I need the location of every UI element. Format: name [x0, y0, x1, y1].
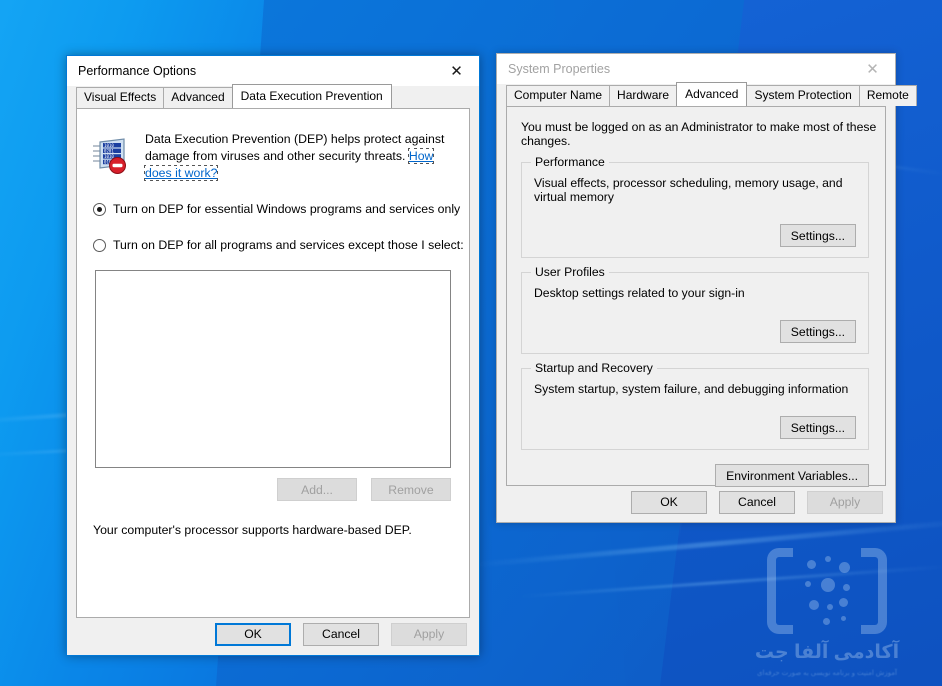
performance-group-legend: Performance: [531, 155, 609, 169]
dep-add-button: Add...: [277, 478, 357, 501]
performance-options-cancel-button[interactable]: Cancel: [303, 622, 379, 646]
dep-description: Data Execution Prevention (DEP) helps pr…: [135, 131, 445, 182]
tab-hardware[interactable]: Hardware: [609, 85, 678, 106]
startup-recovery-group-legend: Startup and Recovery: [531, 361, 657, 375]
radio-icon[interactable]: [93, 239, 106, 252]
user-profiles-settings-button[interactable]: Settings...: [779, 320, 856, 343]
tab-data-execution-prevention[interactable]: Data Execution Prevention: [231, 84, 392, 108]
dep-option-essential-only[interactable]: Turn on DEP for essential Windows progra…: [77, 202, 469, 216]
tab-visual-effects[interactable]: Visual Effects: [76, 87, 165, 108]
dep-option-essential-only-label: Turn on DEP for essential Windows progra…: [113, 202, 461, 216]
tab-system-protection[interactable]: System Protection: [746, 85, 860, 106]
user-profiles-group-description: Desktop settings related to your sign-in: [534, 286, 745, 300]
svg-text:0201: 0201: [104, 149, 114, 154]
close-icon[interactable]: ✕: [434, 57, 479, 86]
environment-variables-row: Environment Variables...: [507, 464, 869, 487]
system-properties-tabpage: You must be logged on as an Administrato…: [506, 106, 886, 487]
dep-list-buttons: Add... Remove: [77, 478, 451, 501]
performance-options-apply-button: Apply: [391, 622, 467, 646]
dep-remove-button: Remove: [371, 478, 451, 501]
environment-variables-button[interactable]: Environment Variables...: [715, 464, 869, 487]
dep-option-all-except-label: Turn on DEP for all programs and service…: [113, 238, 464, 252]
startup-recovery-group: Startup and Recovery System startup, sys…: [521, 361, 869, 450]
system-properties-footer: OK Cancel Apply: [497, 482, 895, 522]
administrator-note: You must be logged on as an Administrato…: [521, 120, 877, 148]
system-properties-ok-button[interactable]: OK: [631, 490, 707, 514]
performance-options-titlebar[interactable]: Performance Options ✕: [67, 56, 479, 86]
system-properties-cancel-button[interactable]: Cancel: [719, 490, 795, 514]
performance-options-window[interactable]: Performance Options ✕ Visual Effects Adv…: [66, 55, 480, 656]
tab-advanced[interactable]: Advanced: [676, 82, 748, 106]
tab-remote[interactable]: Remote: [858, 85, 917, 106]
system-properties-title: System Properties: [508, 62, 611, 76]
startup-recovery-group-description: System startup, system failure, and debu…: [534, 382, 849, 396]
dep-binary-document-blocked-icon: 1010 0201 1010 010: [91, 131, 135, 182]
system-properties-apply-button: Apply: [807, 490, 883, 514]
svg-text:1010: 1010: [104, 143, 114, 148]
performance-options-title: Performance Options: [78, 64, 197, 78]
performance-options-ok-button[interactable]: OK: [215, 622, 291, 646]
system-properties-titlebar[interactable]: System Properties ✕: [497, 54, 895, 84]
system-properties-tabstrip[interactable]: Computer Name Hardware Advanced System P…: [497, 82, 917, 106]
dep-description-text: Data Execution Prevention (DEP) helps pr…: [145, 132, 445, 163]
close-icon[interactable]: ✕: [850, 55, 895, 84]
dep-option-all-except[interactable]: Turn on DEP for all programs and service…: [77, 238, 469, 252]
performance-options-footer: OK Cancel Apply: [67, 613, 479, 655]
performance-group: Performance Visual effects, processor sc…: [521, 155, 869, 258]
dep-header: 1010 0201 1010 010 Data Execution Preven…: [77, 109, 469, 182]
svg-text:1010: 1010: [104, 154, 114, 159]
performance-settings-button[interactable]: Settings...: [779, 224, 856, 247]
dep-hardware-support-note: Your computer's processor supports hardw…: [93, 523, 412, 537]
tab-advanced[interactable]: Advanced: [163, 87, 233, 108]
startup-recovery-settings-button[interactable]: Settings...: [779, 416, 856, 439]
performance-group-description: Visual effects, processor scheduling, me…: [534, 176, 843, 204]
tab-computer-name[interactable]: Computer Name: [506, 85, 611, 106]
dep-exceptions-listbox[interactable]: [95, 270, 451, 468]
user-profiles-group: User Profiles Desktop settings related t…: [521, 265, 869, 354]
performance-options-tabstrip[interactable]: Visual Effects Advanced Data Execution P…: [67, 84, 479, 108]
radio-icon[interactable]: [93, 203, 106, 216]
system-properties-window[interactable]: System Properties ✕ Computer Name Hardwa…: [496, 53, 917, 523]
performance-options-tabpage: 1010 0201 1010 010 Data Execution Preven…: [76, 108, 470, 618]
user-profiles-group-legend: User Profiles: [531, 265, 609, 279]
